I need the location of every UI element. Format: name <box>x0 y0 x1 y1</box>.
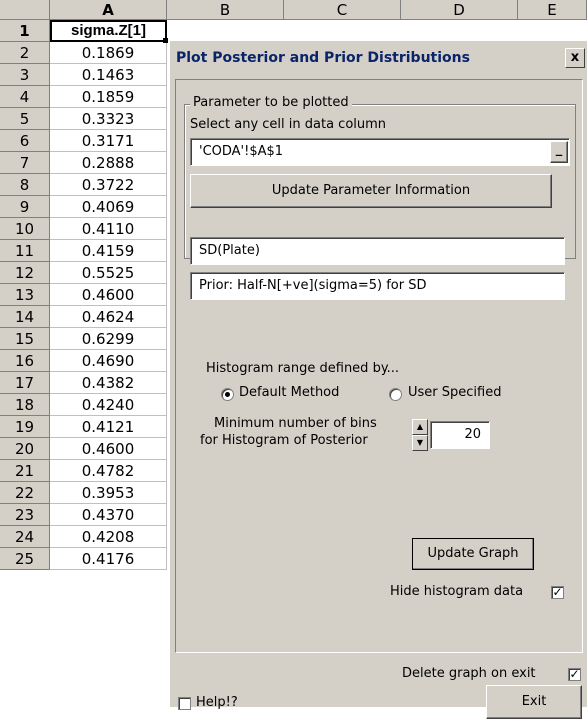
prior-description-field[interactable]: Prior: Half-N[+ve](sigma=5) for SD <box>190 272 565 300</box>
row-header[interactable]: 21 <box>0 460 50 482</box>
parameter-group-caption: Parameter to be plotted <box>190 95 352 110</box>
dialog-title: Plot Posterior and Prior Distributions <box>176 50 470 66</box>
data-cell[interactable]: 0.4600 <box>50 438 167 460</box>
data-cell[interactable]: 0.3171 <box>50 130 167 152</box>
row-header[interactable]: 17 <box>0 372 50 394</box>
radio-user-label[interactable]: User Specified <box>408 385 501 400</box>
plot-dialog: Plot Posterior and Prior Distributions x… <box>169 41 587 719</box>
update-graph-button[interactable]: Update Graph <box>412 538 534 570</box>
row-header[interactable]: 22 <box>0 482 50 504</box>
row-header[interactable]: 5 <box>0 108 50 130</box>
column-header-c[interactable]: C <box>284 0 401 20</box>
exit-button[interactable]: Exit <box>486 685 582 719</box>
row-header[interactable]: 2 <box>0 42 50 64</box>
data-cell[interactable]: 0.1463 <box>50 64 167 86</box>
bins-value: 20 <box>464 427 481 442</box>
check-icon: ✓ <box>552 585 563 599</box>
select-all-corner[interactable] <box>0 0 50 20</box>
close-icon: x <box>570 50 580 65</box>
row-header[interactable]: 20 <box>0 438 50 460</box>
row-header[interactable]: 3 <box>0 64 50 86</box>
column-header-a[interactable]: A <box>50 0 167 20</box>
data-cell[interactable]: 0.4624 <box>50 306 167 328</box>
data-cell[interactable]: 0.4121 <box>50 416 167 438</box>
radio-user-specified[interactable] <box>389 388 402 401</box>
column-header-b[interactable]: B <box>167 0 284 20</box>
fill-handle[interactable] <box>163 38 168 43</box>
row-header[interactable]: 9 <box>0 196 50 218</box>
data-cell[interactable]: 0.5525 <box>50 262 167 284</box>
cell-reference-input[interactable]: 'CODA'!$A$1 <box>190 138 570 166</box>
ref-collapse-button[interactable]: _ <box>550 141 568 163</box>
parameter-name-field[interactable]: SD(Plate) <box>190 237 565 265</box>
select-cell-label: Select any cell in data column <box>190 117 387 132</box>
row-header[interactable]: 10 <box>0 218 50 240</box>
bins-input[interactable]: 20 <box>430 421 490 449</box>
radio-selected-dot <box>225 392 230 397</box>
row-header[interactable]: 6 <box>0 130 50 152</box>
active-cell[interactable]: sigma.Z[1] <box>50 20 167 42</box>
help-label[interactable]: Help!? <box>196 695 238 710</box>
data-cell[interactable]: 0.6299 <box>50 328 167 350</box>
data-cell[interactable]: 0.4159 <box>50 240 167 262</box>
delete-graph-label: Delete graph on exit <box>402 666 536 681</box>
row-header[interactable]: 18 <box>0 394 50 416</box>
data-cell[interactable]: 0.4600 <box>50 284 167 306</box>
prior-description-value: Prior: Half-N[+ve](sigma=5) for SD <box>199 278 427 293</box>
dialog-titlebar[interactable]: Plot Posterior and Prior Distributions x <box>170 41 587 77</box>
data-cell[interactable]: 0.3323 <box>50 108 167 130</box>
row-header[interactable]: 19 <box>0 416 50 438</box>
row-header[interactable]: 11 <box>0 240 50 262</box>
bins-spinner[interactable]: ▲ ▼ <box>412 419 428 451</box>
row-header[interactable]: 25 <box>0 548 50 570</box>
bins-label-line2: for Histogram of Posterior <box>200 433 368 448</box>
row-header[interactable]: 4 <box>0 86 50 108</box>
data-cell[interactable]: 0.4382 <box>50 372 167 394</box>
row-header[interactable]: 23 <box>0 504 50 526</box>
data-cell[interactable]: 0.4208 <box>50 526 167 548</box>
row-header[interactable]: 14 <box>0 306 50 328</box>
parameter-name-value: SD(Plate) <box>199 243 260 258</box>
close-button[interactable]: x <box>565 48 585 68</box>
row-header[interactable]: 15 <box>0 328 50 350</box>
data-cell[interactable]: 0.4240 <box>50 394 167 416</box>
row-header[interactable]: 12 <box>0 262 50 284</box>
data-cell[interactable]: 0.3953 <box>50 482 167 504</box>
help-checkbox[interactable] <box>178 697 191 710</box>
data-cell[interactable]: 0.2888 <box>50 152 167 174</box>
hide-histogram-checkbox[interactable]: ✓ <box>551 586 564 599</box>
row-header[interactable]: 1 <box>0 20 50 42</box>
radio-default-method[interactable] <box>221 388 234 401</box>
hide-histogram-label: Hide histogram data <box>390 584 524 599</box>
data-cell[interactable]: 0.4110 <box>50 218 167 240</box>
row-header[interactable]: 13 <box>0 284 50 306</box>
data-cell[interactable]: 0.1869 <box>50 42 167 64</box>
data-cell[interactable]: 0.4690 <box>50 350 167 372</box>
column-header-e[interactable]: E <box>518 0 587 20</box>
row-header[interactable]: 16 <box>0 350 50 372</box>
data-cell[interactable]: 0.1859 <box>50 86 167 108</box>
data-cell[interactable]: 0.3722 <box>50 174 167 196</box>
bins-label-line1: Minimum number of bins <box>214 416 377 431</box>
radio-default-label[interactable]: Default Method <box>239 385 339 400</box>
histogram-range-label: Histogram range defined by... <box>206 361 400 376</box>
update-parameter-button[interactable]: Update Parameter Information <box>190 174 552 208</box>
cell-reference-value: 'CODA'!$A$1 <box>199 144 284 159</box>
row-header[interactable]: 24 <box>0 526 50 548</box>
data-cell[interactable]: 0.4782 <box>50 460 167 482</box>
check-icon: ✓ <box>569 667 580 681</box>
column-header-d[interactable]: D <box>401 0 518 20</box>
data-cell[interactable]: 0.4176 <box>50 548 167 570</box>
data-cell[interactable]: 0.4069 <box>50 196 167 218</box>
spin-up-icon[interactable]: ▲ <box>412 419 428 435</box>
delete-graph-checkbox[interactable]: ✓ <box>568 668 581 681</box>
dialog-panel: Parameter to be plotted Select any cell … <box>175 79 583 653</box>
spin-down-icon[interactable]: ▼ <box>412 435 428 451</box>
row-header[interactable]: 8 <box>0 174 50 196</box>
row-header[interactable]: 7 <box>0 152 50 174</box>
data-cell[interactable]: 0.4370 <box>50 504 167 526</box>
